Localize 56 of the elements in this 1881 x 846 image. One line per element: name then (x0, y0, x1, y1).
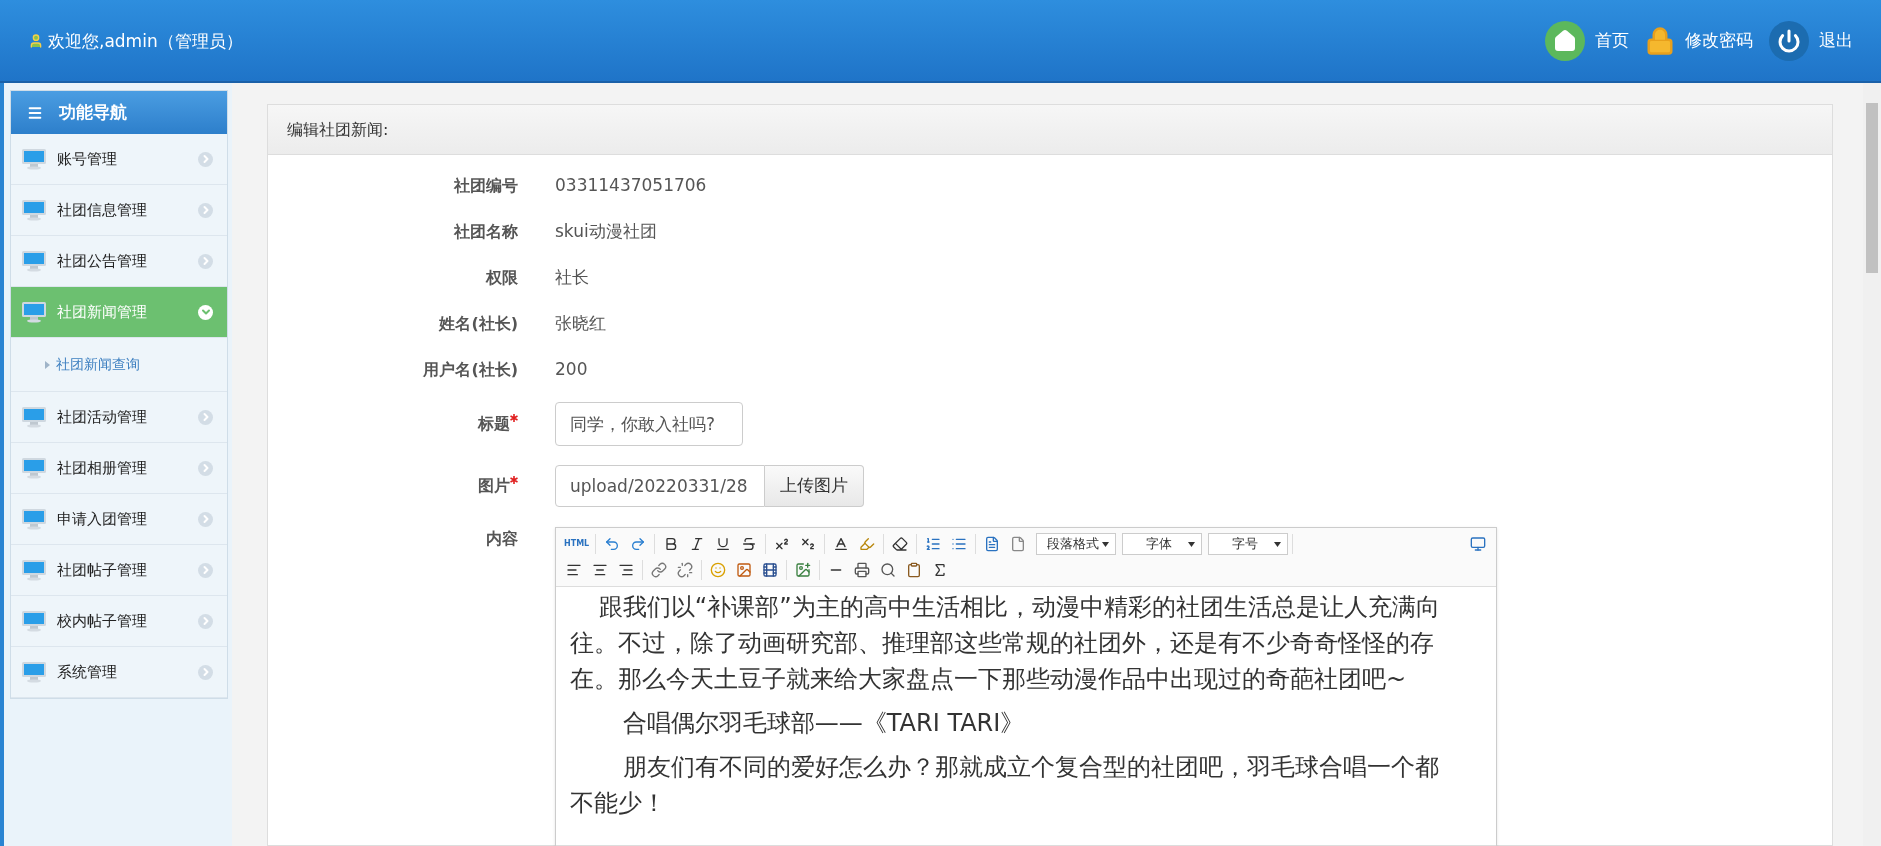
list-icon (27, 104, 43, 121)
field-label: 权限 (486, 267, 518, 289)
field-value: skui动漫社团 (555, 220, 657, 244)
caret-down-icon (1274, 541, 1282, 547)
field-label: 图片 (478, 475, 510, 497)
field-label: 内容 (486, 528, 518, 550)
header-link[interactable]: 退出 (1769, 20, 1853, 61)
panel-title: 编辑社团新闻: (287, 118, 389, 141)
field-value: 03311437051706 (555, 174, 707, 198)
welcome-text: 欢迎您,admin（管理员） (48, 29, 243, 53)
field-label: 社团名称 (454, 221, 518, 243)
editor-paragraph: 跟我们以“补课部”为主的高中生活相比，动漫中精彩的社团生活总是让人充满向往。不过，除了动画研究部、推理部这些常规的社团外，还是有不少奇奇怪怪的存在。那么今天土豆子就来给大家盘点一下那些动漫作品中出现过的奇葩社团吧~ (570, 592, 1441, 695)
nav-title: 功能导航 (59, 100, 127, 124)
monitor-icon (21, 406, 47, 428)
sidebar-item[interactable]: 社团活动管理 (11, 392, 227, 443)
monitor-icon (21, 148, 47, 170)
editor-paragraph: 合唱偶尔羽毛球部——《TARI TARI》 (621, 708, 1026, 739)
monitor-icon (21, 301, 47, 323)
html-button[interactable]: HTML (562, 532, 592, 556)
sidebar-item[interactable]: 社团信息管理 (11, 185, 227, 236)
monitor-icon (21, 250, 47, 272)
field-value: 200 (555, 358, 588, 382)
field-label: 社团编号 (454, 175, 518, 197)
submenu-link[interactable]: 社团新闻查询 (11, 354, 227, 375)
header-link[interactable]: 首页 (1545, 20, 1629, 61)
image-path-field[interactable]: upload/20220331/28 (555, 465, 765, 507)
upload-button[interactable]: 上传图片 (765, 465, 864, 507)
header-link[interactable]: 修改密码 (1645, 21, 1753, 60)
sidebar-item[interactable]: 账号管理 (11, 134, 227, 185)
format-dropdown[interactable]: 段落格式 (1036, 533, 1117, 555)
monitor-icon (21, 610, 47, 632)
monitor-icon (21, 457, 47, 479)
monitor-icon (21, 559, 47, 581)
field-label: 姓名(社长) (439, 313, 518, 335)
sidebar-item[interactable]: 社团帖子管理 (11, 545, 227, 596)
sidebar-item[interactable]: 系统管理 (11, 647, 227, 698)
field-value: 社长 (555, 266, 589, 290)
sidebar-item[interactable]: 校内帖子管理 (11, 596, 227, 647)
format-dropdown[interactable]: 字号 (1208, 533, 1289, 555)
field-label: 标题 (478, 413, 510, 435)
home-icon (1545, 20, 1585, 61)
caret-right-icon (45, 360, 50, 369)
sidebar-item[interactable]: 社团相册管理 (11, 443, 227, 494)
field-value: 张晓红 (555, 312, 606, 336)
format-dropdown[interactable]: 字体 (1122, 533, 1203, 555)
caret-down-icon (1188, 541, 1196, 547)
monitor-icon (21, 508, 47, 530)
monitor-icon (21, 661, 47, 683)
user-icon (28, 32, 44, 49)
title-field[interactable]: 同学，你敢入社吗? (555, 402, 743, 446)
sidebar-item[interactable]: 申请入团管理 (11, 494, 227, 545)
power-icon (1769, 20, 1809, 61)
caret-down-icon (1102, 541, 1110, 547)
editor-paragraph: 朋友们有不同的爱好怎么办？那就成立个复合型的社团吧，羽毛球合唱一个都不能少！ (570, 752, 1440, 819)
monitor-icon (21, 199, 47, 221)
field-label: 用户名(社长) (423, 359, 518, 381)
